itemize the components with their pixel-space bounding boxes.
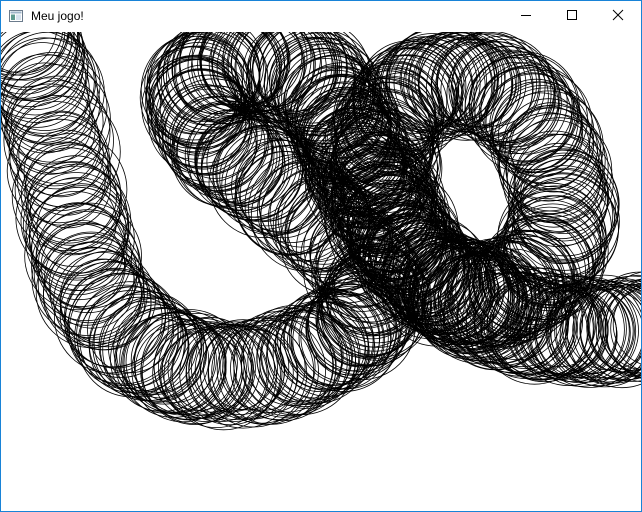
circle-trail-group [1,32,641,431]
trail-circle [35,202,142,309]
maximize-button[interactable] [549,1,595,32]
app-window: Meu jogo! [0,0,642,512]
window-title: Meu jogo! [31,9,84,23]
app-icon [9,9,23,23]
minimize-icon [520,9,532,24]
close-icon [612,9,624,24]
circle-trail-drawing [1,32,641,431]
close-button[interactable] [595,1,641,32]
game-canvas[interactable] [1,32,641,511]
minimize-button[interactable] [503,1,549,32]
title-bar[interactable]: Meu jogo! [1,1,641,32]
maximize-icon [566,9,578,24]
